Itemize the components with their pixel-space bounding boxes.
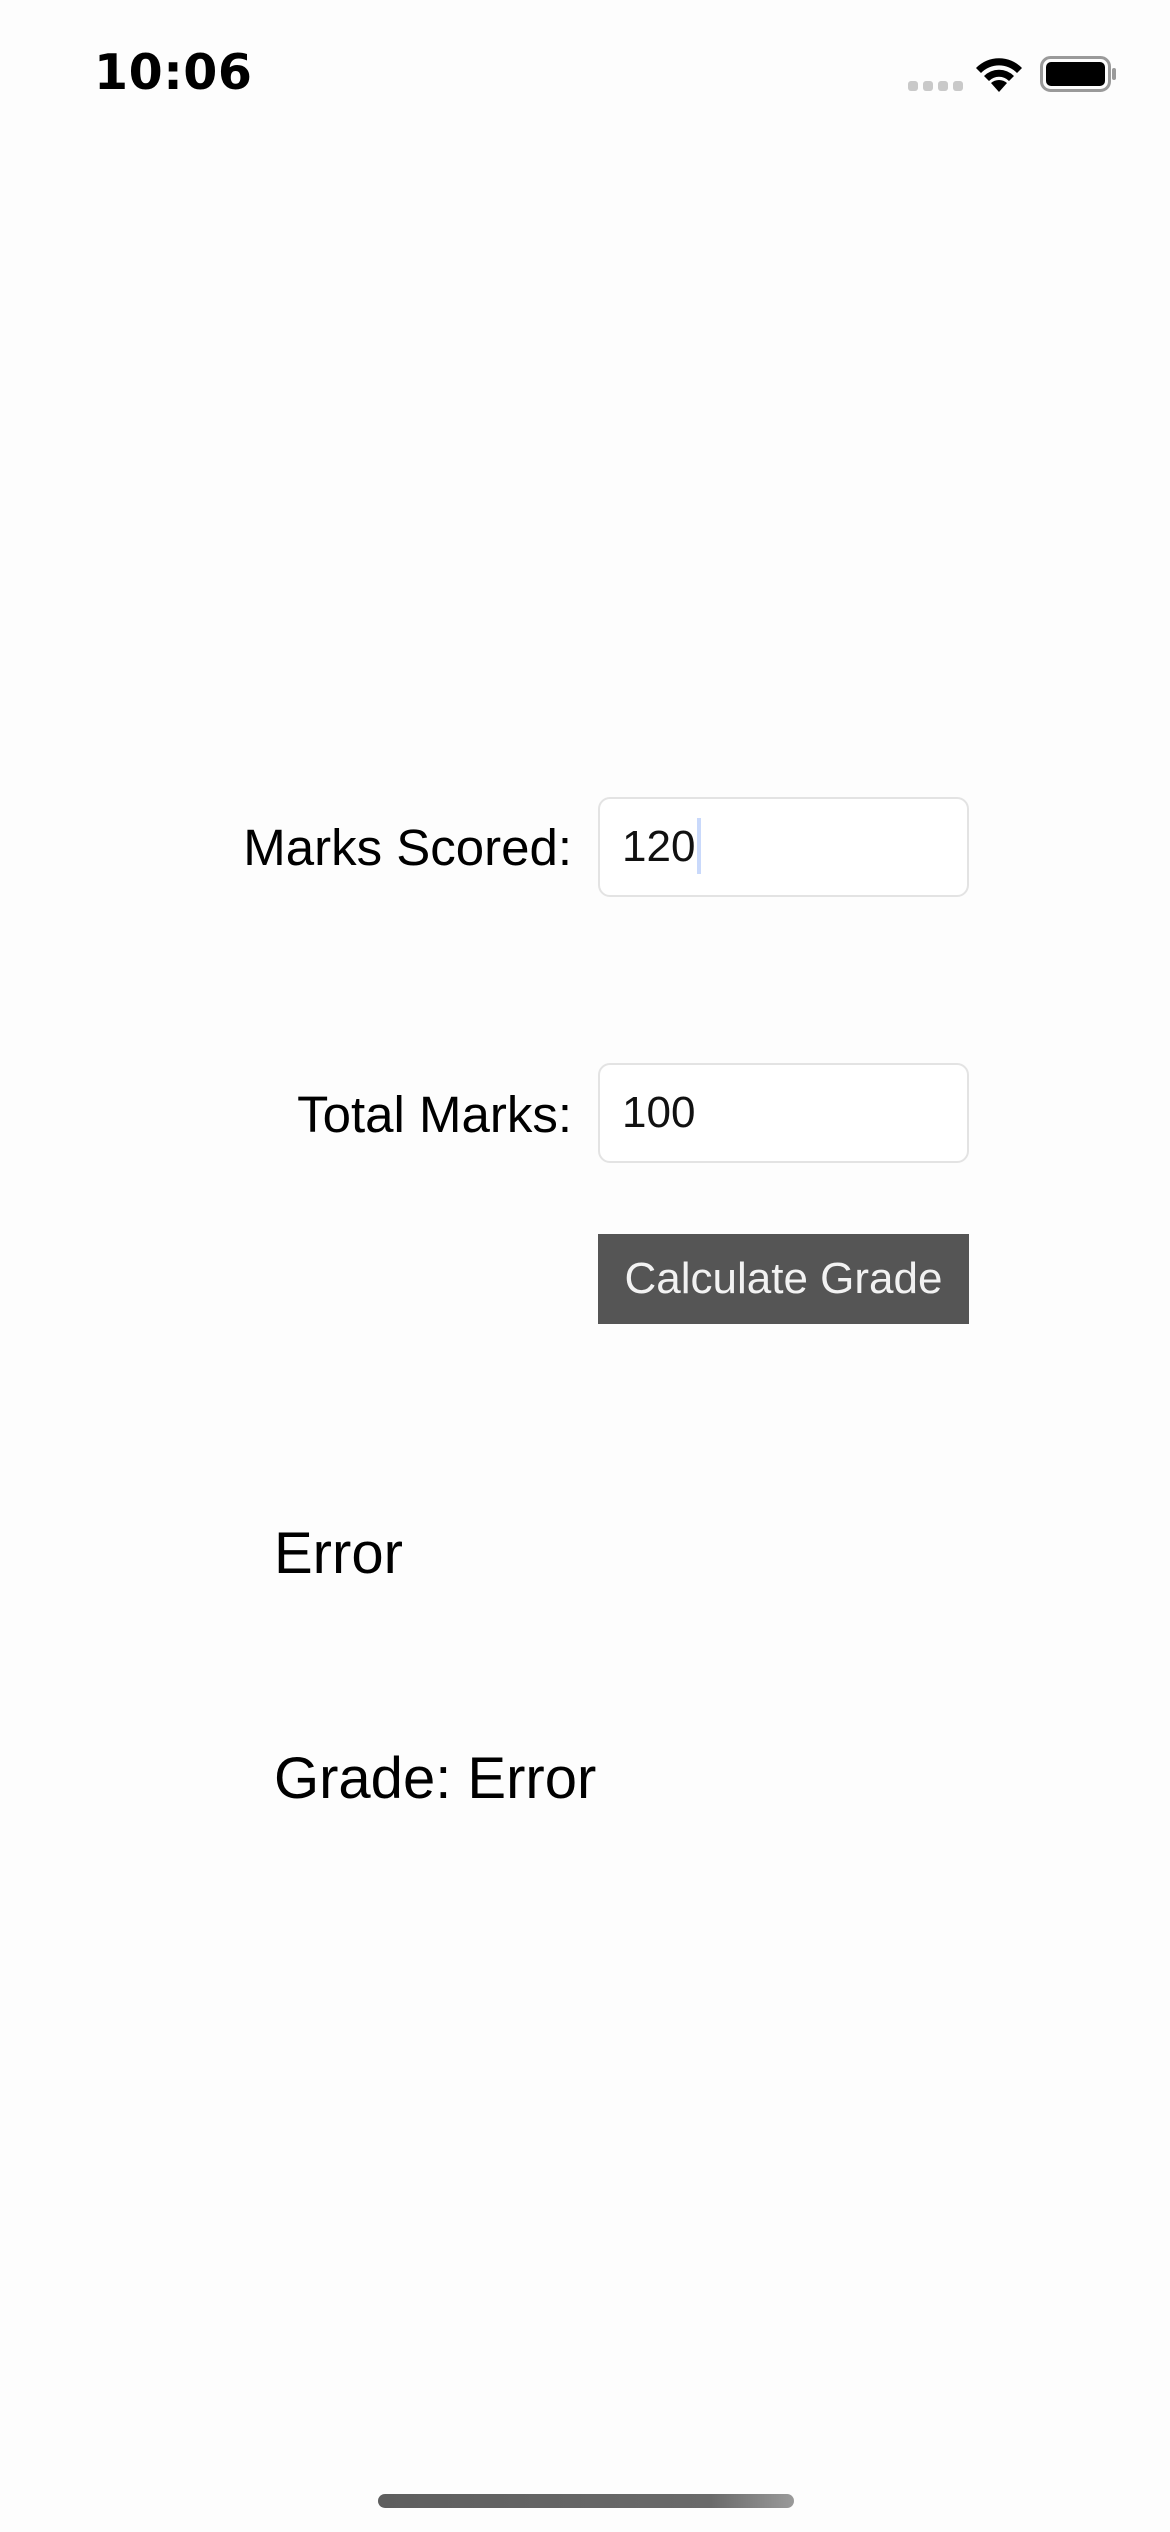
- marks-scored-value: 120: [622, 822, 696, 871]
- status-bar: 10:06: [0, 0, 1170, 150]
- wifi-icon: [976, 58, 1022, 92]
- total-marks-input[interactable]: 100: [598, 1063, 969, 1163]
- calculate-grade-button[interactable]: Calculate Grade: [598, 1234, 969, 1324]
- grade-result: Grade: Error: [274, 1746, 597, 1811]
- total-marks-label: Total Marks:: [297, 1086, 572, 1143]
- result-message: Error: [274, 1521, 403, 1586]
- marks-scored-input[interactable]: 120: [598, 797, 969, 897]
- signal-icon: [908, 81, 963, 91]
- text-cursor: [697, 818, 702, 875]
- marks-scored-label: Marks Scored:: [243, 819, 572, 876]
- total-marks-value: 100: [622, 1088, 696, 1137]
- battery-icon: [1040, 56, 1116, 92]
- status-time: 10:06: [94, 44, 253, 101]
- home-indicator[interactable]: [378, 2494, 794, 2508]
